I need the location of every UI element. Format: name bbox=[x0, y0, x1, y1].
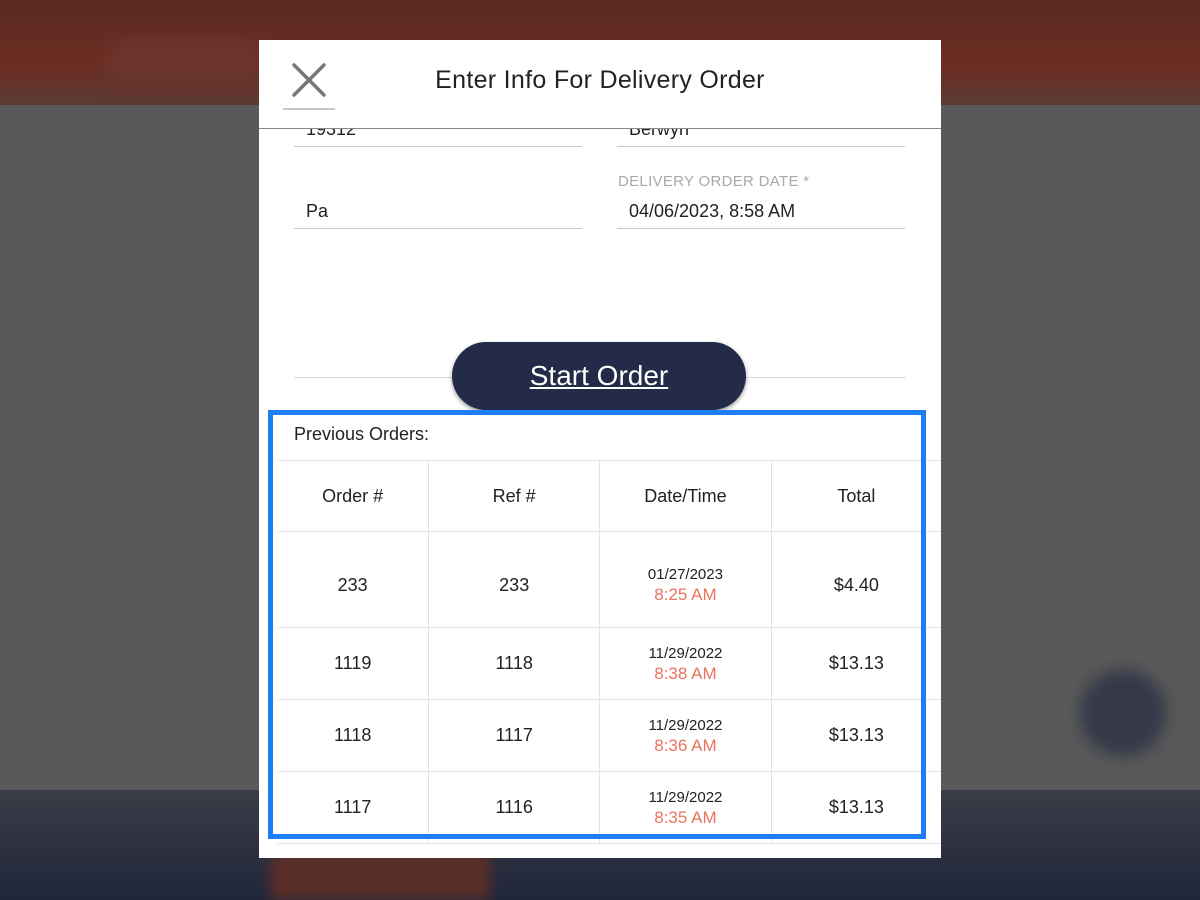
ref-number-cell: 1116 bbox=[428, 771, 600, 844]
column-header-total: Total bbox=[770, 460, 941, 532]
order-number-cell: 1117 bbox=[277, 771, 429, 844]
total-cell: $13.13 bbox=[770, 771, 941, 844]
table-row[interactable]: 233 233 01/27/2023 8:25 AM $4.40 bbox=[277, 531, 941, 628]
order-time: 8:36 AM bbox=[654, 735, 717, 755]
table-header-row: Order # Ref # Date/Time Total bbox=[277, 460, 941, 532]
total-cell: $13.13 bbox=[770, 699, 941, 772]
table-row[interactable]: 1117 1116 11/29/2022 8:35 AM $13.13 bbox=[277, 771, 941, 844]
ref-number-cell: 1117 bbox=[428, 699, 600, 772]
order-date: 01/27/2023 bbox=[647, 566, 723, 583]
delivery-order-modal: Enter Info For Delivery Order 19312 Berw… bbox=[259, 40, 941, 858]
column-header-datetime: Date/Time bbox=[599, 460, 772, 532]
order-date: 11/29/2022 bbox=[648, 716, 723, 734]
order-date: 11/29/2022 bbox=[648, 644, 723, 662]
delivery-date-value: 04/06/2023, 8:58 AM bbox=[629, 201, 796, 221]
datetime-cell: 11/29/2022 8:38 AM bbox=[599, 627, 772, 700]
order-date: 11/29/2022 bbox=[648, 788, 723, 806]
column-header-ref: Ref # bbox=[428, 460, 600, 532]
delivery-date-field[interactable]: 04/06/2023, 8:58 AM bbox=[617, 198, 905, 229]
start-order-button[interactable]: Start Order bbox=[452, 342, 746, 410]
previous-orders-label: Previous Orders: bbox=[294, 424, 430, 444]
background-footer-button bbox=[270, 852, 490, 900]
state-value: Pa bbox=[306, 201, 329, 221]
modal-header: Enter Info For Delivery Order bbox=[259, 40, 941, 129]
column-header-order: Order # bbox=[277, 460, 429, 532]
table-row[interactable]: 1118 1117 11/29/2022 8:36 AM $13.13 bbox=[277, 699, 941, 772]
order-number-cell: 233 bbox=[277, 531, 429, 628]
state-field[interactable]: Pa bbox=[294, 198, 582, 229]
background-title-blur bbox=[110, 40, 260, 80]
total-cell: $13.13 bbox=[770, 627, 941, 700]
background-floating-button bbox=[1080, 670, 1166, 756]
table-row[interactable]: 1119 1118 11/29/2022 8:38 AM $13.13 bbox=[277, 627, 941, 700]
ref-number-cell: 1118 bbox=[428, 627, 600, 700]
order-number-cell: 1119 bbox=[277, 627, 429, 700]
order-time: 8:25 AM bbox=[654, 585, 717, 604]
previous-orders-table: Order # Ref # Date/Time Total 233 233 01… bbox=[277, 460, 941, 844]
order-time: 8:35 AM bbox=[654, 807, 717, 827]
total-cell: $4.40 bbox=[770, 531, 941, 628]
order-number-cell: 1118 bbox=[277, 699, 429, 772]
datetime-cell: 01/27/2023 8:25 AM bbox=[599, 531, 772, 628]
delivery-date-label: DELIVERY ORDER DATE * bbox=[618, 173, 810, 190]
datetime-cell: 11/29/2022 8:36 AM bbox=[599, 699, 772, 772]
modal-title: Enter Info For Delivery Order bbox=[435, 66, 765, 94]
ref-number-cell: 233 bbox=[428, 531, 600, 628]
datetime-cell: 11/29/2022 8:35 AM bbox=[599, 771, 772, 844]
order-time: 8:38 AM bbox=[654, 663, 717, 683]
